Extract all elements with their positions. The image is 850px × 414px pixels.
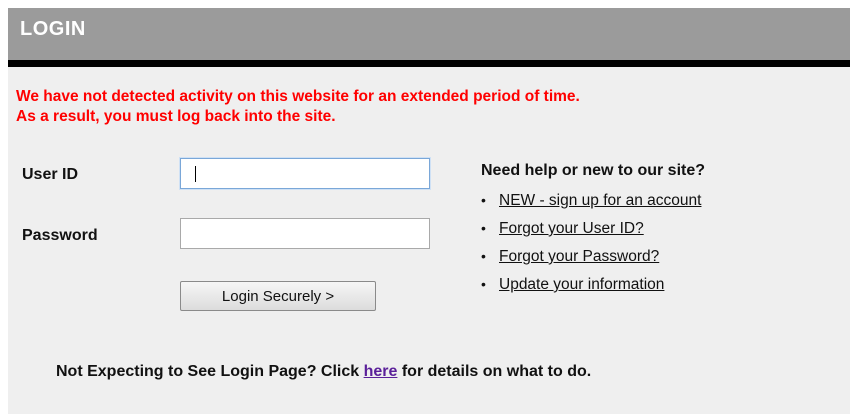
forgot-password-link[interactable]: Forgot your Password?	[499, 248, 659, 265]
forgot-userid-link[interactable]: Forgot your User ID?	[499, 220, 644, 237]
warning-line-1: We have not detected activity on this we…	[16, 88, 580, 105]
list-item: • Forgot your Password?	[481, 242, 831, 270]
text-caret	[195, 166, 196, 182]
bullet-icon: •	[481, 276, 486, 292]
userid-input[interactable]	[180, 158, 430, 189]
details-here-link[interactable]: here	[364, 363, 398, 380]
inactivity-warning: We have not detected activity on this we…	[16, 87, 836, 127]
footer-suffix: for details on what to do.	[397, 363, 592, 380]
header-divider	[8, 60, 850, 67]
page-title: LOGIN	[20, 18, 86, 40]
list-item: • Update your information	[481, 270, 831, 298]
bullet-icon: •	[481, 220, 486, 236]
help-links-list: • NEW - sign up for an account • Forgot yo…	[481, 186, 831, 298]
list-item: • Forgot your User ID?	[481, 214, 831, 242]
help-title: Need help or new to our site?	[481, 162, 706, 179]
footer-note: Not Expecting to See Login Page? Click h…	[56, 363, 591, 381]
list-item: • NEW - sign up for an account	[481, 186, 831, 214]
update-information-link[interactable]: Update your information	[499, 276, 664, 293]
userid-label: User ID	[22, 166, 79, 183]
password-input[interactable]	[180, 218, 430, 249]
help-section: Need help or new to our site? • NEW - sig…	[481, 162, 831, 298]
password-label: Password	[22, 227, 98, 244]
bullet-icon: •	[481, 192, 486, 208]
footer-prefix: Not Expecting to See Login Page? Click	[56, 363, 364, 380]
bullet-icon: •	[481, 248, 486, 264]
warning-line-2: As a result, you must log back into the …	[16, 108, 336, 125]
signup-link[interactable]: NEW - sign up for an account	[499, 192, 701, 209]
login-securely-button[interactable]: Login Securely >	[180, 281, 376, 311]
login-header: LOGIN	[8, 8, 850, 60]
